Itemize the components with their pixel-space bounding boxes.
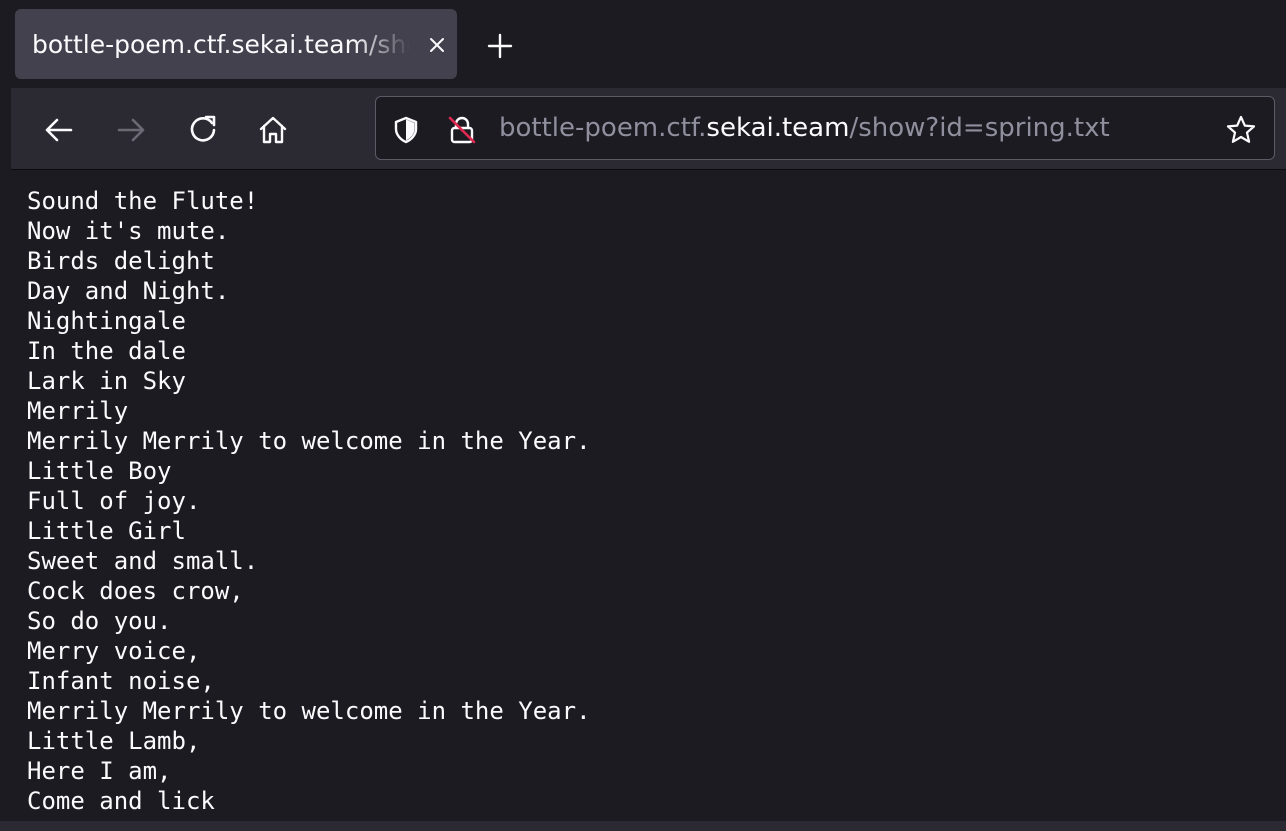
poem-line: Come and lick bbox=[27, 787, 215, 815]
window-bottom-edge bbox=[0, 821, 1286, 831]
poem-line: Nightingale bbox=[27, 307, 186, 335]
poem-line: So do you. bbox=[27, 607, 172, 635]
shield-icon[interactable] bbox=[390, 114, 422, 146]
home-icon[interactable] bbox=[253, 110, 293, 150]
reload-icon[interactable] bbox=[183, 110, 223, 150]
address-bar[interactable]: bottle-poem.ctf.sekai.team/show?id=sprin… bbox=[375, 96, 1275, 160]
close-icon[interactable] bbox=[425, 33, 449, 57]
poem-line: Day and Night. bbox=[27, 277, 230, 305]
poem-line: Full of joy. bbox=[27, 487, 201, 515]
insecure-lock-icon[interactable] bbox=[446, 114, 478, 146]
arrow-right-icon[interactable] bbox=[111, 110, 151, 150]
tab-strip: bottle-poem.ctf.sekai.team/show?id=sprin… bbox=[0, 0, 1286, 88]
url-prefix: bottle-poem.ctf. bbox=[499, 113, 707, 143]
poem-line: Sound the Flute! bbox=[27, 187, 259, 215]
poem-text: Sound the Flute! Now it's mute. Birds de… bbox=[27, 186, 591, 816]
poem-line: In the dale bbox=[27, 337, 186, 365]
poem-line: Infant noise, bbox=[27, 667, 215, 695]
navigation-toolbar: bottle-poem.ctf.sekai.team/show?id=sprin… bbox=[11, 88, 1286, 170]
url-text[interactable]: bottle-poem.ctf.sekai.team/show?id=sprin… bbox=[499, 112, 1110, 144]
star-icon[interactable] bbox=[1225, 114, 1257, 146]
url-domain: sekai.team bbox=[706, 113, 850, 143]
poem-line: Little Lamb, bbox=[27, 727, 201, 755]
poem-line: Birds delight bbox=[27, 247, 215, 275]
active-tab[interactable]: bottle-poem.ctf.sekai.team/show?id=sprin… bbox=[15, 9, 457, 79]
poem-line: Sweet and small. bbox=[27, 547, 259, 575]
poem-line: Now it's mute. bbox=[27, 217, 230, 245]
plus-icon[interactable] bbox=[484, 30, 516, 62]
arrow-left-icon[interactable] bbox=[39, 110, 79, 150]
poem-line: Little Boy bbox=[27, 457, 172, 485]
url-path: /show?id=spring.txt bbox=[849, 113, 1110, 143]
poem-line: Little Girl bbox=[27, 517, 186, 545]
poem-line: Lark in Sky bbox=[27, 367, 186, 395]
page-content: Sound the Flute! Now it's mute. Birds de… bbox=[11, 170, 1286, 821]
poem-line: Here I am, bbox=[27, 757, 172, 785]
poem-line: Merrily Merrily to welcome in the Year. bbox=[27, 427, 591, 455]
poem-line: Merrily Merrily to welcome in the Year. bbox=[27, 697, 591, 725]
poem-line: Cock does crow, bbox=[27, 577, 244, 605]
tab-title: bottle-poem.ctf.sekai.team/show?id=sprin… bbox=[32, 30, 410, 59]
poem-line: Merry voice, bbox=[27, 637, 201, 665]
poem-line: Merrily bbox=[27, 397, 129, 425]
